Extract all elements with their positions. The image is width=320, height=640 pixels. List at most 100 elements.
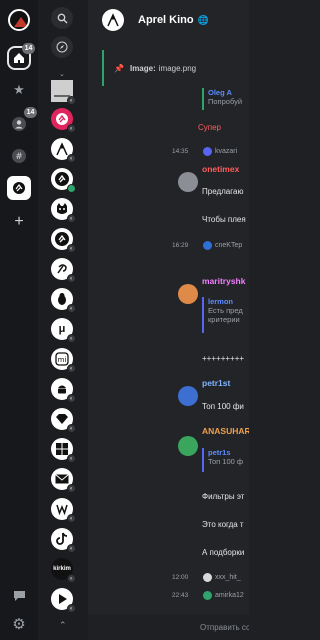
muted-icon: ◐ xyxy=(67,214,76,223)
reply-text: критерии xyxy=(208,315,240,324)
reaction-avatar xyxy=(203,147,212,156)
reaction-row[interactable]: xxx_hit_ xyxy=(203,573,241,582)
channel-avatar[interactable]: ◐ xyxy=(51,408,76,433)
tiktok-icon[interactable]: ◐ xyxy=(51,528,76,553)
muted-icon: ◐ xyxy=(67,454,76,463)
reply-author: lermon xyxy=(208,297,234,306)
user-avatar[interactable] xyxy=(178,172,198,192)
channel-avatar[interactable]: ◐ xyxy=(51,228,76,253)
svg-text:#: # xyxy=(15,152,23,162)
channel-avatar[interactable]: ◐ xyxy=(51,498,76,523)
channel-avatar[interactable] xyxy=(51,168,76,193)
reaction-avatar xyxy=(203,573,212,582)
home-icon[interactable]: 14 xyxy=(7,43,35,70)
muted-icon: ◐ xyxy=(67,334,76,343)
muted-icon: ◐ xyxy=(67,604,76,613)
channel-avatar[interactable]: mi ◐ xyxy=(51,348,76,373)
muted-icon: ◐ xyxy=(67,544,76,553)
message-composer[interactable]: Отправить сооб xyxy=(88,614,249,640)
reaction-user: cneKTep xyxy=(215,242,243,249)
username[interactable]: maritryshk xyxy=(202,276,245,286)
mail-icon[interactable]: ◐ xyxy=(51,468,76,493)
reply-quote[interactable]: lermon Есть пред критерии xyxy=(202,297,243,333)
pinned-message[interactable]: 📌 Image: image.png xyxy=(102,50,249,86)
message-text: Чтобы плея xyxy=(202,215,246,224)
channel-avatar[interactable]: ◐ xyxy=(51,198,76,223)
muted-icon: ◐ xyxy=(67,514,76,523)
reaction-user: kvazari xyxy=(215,148,238,155)
channel-avatar[interactable]: ◐ xyxy=(51,80,76,105)
pinned-value: image.png xyxy=(158,63,197,73)
reaction-avatar xyxy=(203,591,212,600)
user-avatar[interactable] xyxy=(178,386,198,406)
channel-avatar[interactable]: μ ◐ xyxy=(51,318,76,343)
username[interactable]: onetimex xyxy=(202,164,239,174)
muted-icon: ◐ xyxy=(67,244,76,253)
chat-avatar[interactable] xyxy=(102,9,124,31)
android-icon[interactable]: ◐ xyxy=(51,378,76,403)
muted-icon: ◐ xyxy=(67,154,76,163)
muted-icon: ◐ xyxy=(67,394,76,403)
message-text: Супер xyxy=(198,123,222,132)
svg-text:mi: mi xyxy=(58,356,67,364)
server-rail: 14 ★ 14 # + ⚙ xyxy=(0,0,38,640)
message-time: 22:43 xyxy=(172,592,189,599)
contacts-unread-badge: 14 xyxy=(24,107,37,118)
hashtag-icon[interactable]: # xyxy=(7,144,31,168)
reaction-row[interactable]: cneKTep xyxy=(203,241,242,250)
muted-icon: ◐ xyxy=(67,364,76,373)
chat-bubble-icon[interactable] xyxy=(7,584,31,608)
collapse-chevron-icon[interactable]: ⌄ xyxy=(59,70,65,78)
channel-avatar-label: kirkim xyxy=(53,566,71,572)
community-logo-icon[interactable] xyxy=(7,176,31,200)
username[interactable]: ANASUHAR xyxy=(202,426,249,436)
reaction-row[interactable]: amirka12 xyxy=(203,591,244,600)
contacts-icon[interactable]: 14 xyxy=(7,107,37,136)
chat-header: Aprel Kino 🌐 xyxy=(88,0,249,40)
online-dot-icon xyxy=(67,184,76,193)
pin-icon: 📌 xyxy=(114,63,124,73)
reply-author: Oleg A xyxy=(208,88,232,97)
globe-icon: 🌐 xyxy=(197,14,209,25)
search-icon[interactable] xyxy=(51,7,73,29)
compass-icon[interactable] xyxy=(51,36,73,58)
home-unread-badge: 14 xyxy=(22,43,35,54)
reaction-user: xxx_hit_ xyxy=(215,574,241,581)
muted-icon: ◐ xyxy=(67,304,76,313)
message-text: Предлагаю xyxy=(202,187,244,196)
message-text: А подборки xyxy=(202,548,245,557)
username[interactable]: petr1st xyxy=(202,378,230,388)
chat-title[interactable]: Aprel Kino xyxy=(138,14,194,26)
channel-avatar[interactable]: ◐ xyxy=(51,258,76,283)
channel-avatar[interactable]: ◐ xyxy=(51,108,76,133)
user-avatar[interactable] xyxy=(178,436,198,456)
channel-avatar[interactable]: ◐ xyxy=(51,138,76,163)
pinned-label: Image: xyxy=(129,63,156,73)
play-icon[interactable]: ◐ xyxy=(51,588,76,613)
channel-avatar[interactable]: ◐ xyxy=(51,288,76,313)
reply-quote[interactable]: petr1s Топ 100 ф xyxy=(202,448,243,472)
message-time: 14:35 xyxy=(172,148,189,155)
star-icon[interactable]: ★ xyxy=(7,78,31,102)
scroll-up-chevron-icon[interactable]: ⌃ xyxy=(59,620,67,631)
chat-pane: Aprel Kino 🌐 📌 Image: image.png Oleg A П… xyxy=(88,0,249,640)
reply-text: Есть пред xyxy=(208,306,243,315)
muted-icon: ◐ xyxy=(67,484,76,493)
message-text: Фильтры эт xyxy=(202,492,245,501)
add-server-icon[interactable]: + xyxy=(7,210,31,234)
message-text: Это когда т xyxy=(202,520,244,529)
reaction-row[interactable]: kvazari xyxy=(203,147,237,156)
muted-icon: ◐ xyxy=(67,124,76,133)
user-avatar[interactable] xyxy=(178,284,198,304)
reply-quote[interactable]: Oleg A Попробуй xyxy=(202,88,242,110)
composer-placeholder[interactable]: Отправить сооб xyxy=(200,623,249,632)
profile-avatar[interactable] xyxy=(8,9,30,31)
windows-icon[interactable]: ◐ xyxy=(51,438,76,463)
settings-gear-icon[interactable]: ⚙ xyxy=(7,612,31,636)
message-text: +++++++++ xyxy=(202,354,245,363)
message-time: 12:00 xyxy=(172,574,189,581)
message-time: 16:29 xyxy=(172,242,189,249)
channel-avatar[interactable]: kirkim ◐ xyxy=(51,558,76,583)
message-text: Топ 100 фи xyxy=(202,402,244,411)
reply-text: Топ 100 ф xyxy=(208,457,244,466)
